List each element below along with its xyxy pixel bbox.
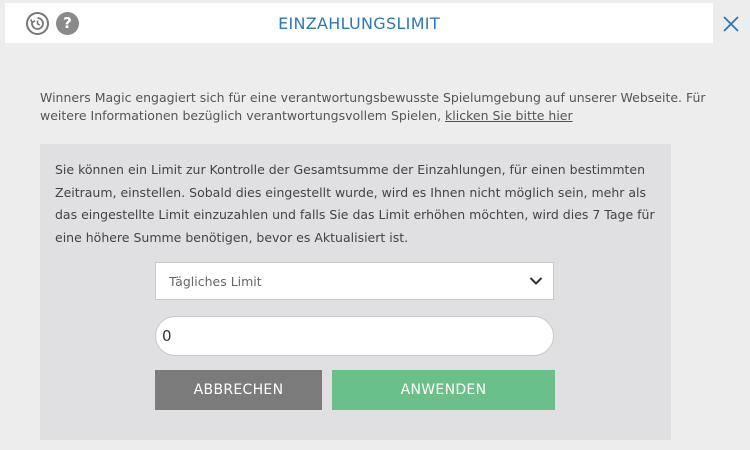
limit-period-value: Tägliches Limit [169, 274, 262, 289]
cancel-button[interactable]: ABBRECHEN [155, 370, 322, 410]
apply-button[interactable]: ANWENDEN [332, 370, 555, 410]
notice-text: Winners Magic engagiert sich für eine ve… [40, 90, 706, 123]
limit-period-select[interactable]: Tägliches Limit [155, 262, 554, 300]
close-icon[interactable] [721, 14, 741, 34]
limit-amount-input[interactable] [155, 316, 554, 356]
close-icon-glyph [723, 16, 739, 32]
limit-description: Sie können ein Limit zur Kontrolle der G… [55, 162, 655, 245]
dialog-title: EINZAHLUNGSLIMIT [278, 14, 440, 33]
deposit-limit-dialog: ? EINZAHLUNGSLIMIT Winners Magic engagie… [0, 0, 750, 450]
limit-panel: Sie können ein Limit zur Kontrolle der G… [40, 144, 671, 440]
chevron-down-icon [529, 277, 543, 285]
responsible-gaming-notice: Winners Magic engagiert sich für eine ve… [40, 89, 720, 124]
dialog-header: ? EINZAHLUNGSLIMIT [5, 3, 713, 43]
responsible-gaming-link[interactable]: klicken Sie bitte hier [445, 108, 573, 123]
